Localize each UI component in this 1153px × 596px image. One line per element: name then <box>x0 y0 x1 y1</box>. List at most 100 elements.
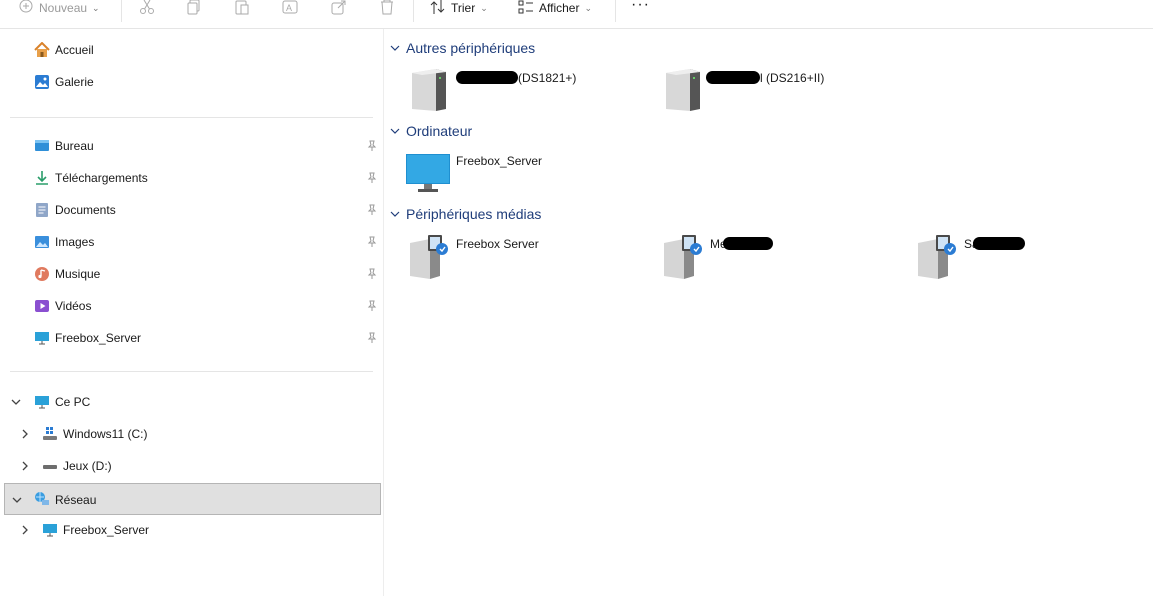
media-device-name: Freebox Server <box>456 237 539 251</box>
sidebar-item-music[interactable]: Musique <box>0 258 381 290</box>
sidebar-item-drive-c[interactable]: Windows11 (C:) <box>0 418 381 450</box>
music-icon <box>35 267 49 281</box>
group-title: Périphériques médias <box>406 206 542 222</box>
windows-drive-icon <box>43 427 57 440</box>
redacted-text <box>972 237 1025 250</box>
monitor-icon <box>43 524 57 537</box>
device-tile[interactable]: (DS1821+) <box>406 67 646 115</box>
pin-icon[interactable] <box>366 268 378 280</box>
sidebar-item-label: Freebox_Server <box>55 331 142 345</box>
toolbar-divider <box>121 0 122 22</box>
delete-icon[interactable] <box>379 0 395 16</box>
nas-icon <box>666 69 700 111</box>
sidebar-item-network[interactable]: Réseau <box>4 483 381 515</box>
sort-button[interactable]: Trier ⌄ <box>430 0 488 16</box>
media-server-icon <box>664 235 702 279</box>
downloads-icon <box>36 171 48 185</box>
pin-icon[interactable] <box>366 300 378 312</box>
cut-icon[interactable] <box>139 0 155 16</box>
group-header-media-devices[interactable]: Périphériques médias <box>390 204 541 224</box>
view-button-label: Afficher <box>539 1 580 15</box>
sidebar-item-freebox-server[interactable]: Freebox_Server <box>0 322 381 354</box>
sidebar-divider <box>10 117 373 118</box>
pin-icon[interactable] <box>366 204 378 216</box>
paste-icon[interactable] <box>234 0 250 16</box>
chevron-down-icon[interactable] <box>12 495 22 505</box>
chevron-right-icon[interactable] <box>20 525 30 535</box>
media-device-tile[interactable]: Freebox Server <box>406 233 646 281</box>
navigation-pane: Accueil Galerie Bureau Téléchargements D… <box>0 29 384 596</box>
sidebar-item-downloads[interactable]: Téléchargements <box>0 162 381 194</box>
chevron-down-icon: ⌄ <box>92 2 100 13</box>
view-button[interactable]: Afficher ⌄ <box>518 0 592 16</box>
sidebar-item-network-freebox-server[interactable]: Freebox_Server <box>0 514 381 546</box>
copy-icon[interactable] <box>186 0 202 16</box>
sidebar-item-label: Freebox_Server <box>63 523 150 537</box>
sidebar-item-label: Images <box>55 235 95 249</box>
sidebar-item-label: Documents <box>55 203 116 217</box>
chevron-down-icon <box>390 211 400 217</box>
chevron-down-icon <box>390 128 400 134</box>
sidebar-item-videos[interactable]: Vidéos <box>0 290 381 322</box>
media-server-icon <box>918 235 956 279</box>
computer-tile[interactable]: Freebox_Server <box>404 150 644 198</box>
group-title: Ordinateur <box>406 123 473 139</box>
redacted-text <box>706 71 760 84</box>
media-device-tile[interactable]: Sa <box>914 233 1153 281</box>
pin-icon[interactable] <box>366 236 378 248</box>
view-list-icon <box>518 0 533 14</box>
chevron-down-icon: ⌄ <box>480 2 488 13</box>
redacted-text <box>722 237 773 250</box>
sidebar-item-drive-d[interactable]: Jeux (D:) <box>0 450 381 482</box>
toolbar-divider <box>413 0 414 22</box>
media-device-tile[interactable]: Me <box>660 233 900 281</box>
toolbar-divider <box>615 0 616 22</box>
new-button[interactable]: Nouveau ⌄ <box>18 0 100 16</box>
rename-icon[interactable]: A <box>282 0 298 16</box>
drive-icon <box>43 465 57 469</box>
device-name: l (DS216+II) <box>706 71 824 85</box>
media-server-icon <box>410 235 448 279</box>
sidebar-item-desktop[interactable]: Bureau <box>0 130 381 162</box>
svg-text:A: A <box>286 3 292 13</box>
chevron-down-icon <box>390 45 400 51</box>
monitor-icon <box>406 154 450 192</box>
sidebar-item-label: Vidéos <box>55 299 92 313</box>
share-icon[interactable] <box>331 0 347 16</box>
network-icon <box>35 492 49 505</box>
chevron-down-icon: ⌄ <box>584 2 593 13</box>
sidebar-item-label: Galerie <box>55 75 94 89</box>
new-button-label: Nouveau <box>39 1 88 15</box>
group-header-computers[interactable]: Ordinateur <box>390 121 472 141</box>
command-bar: Nouveau ⌄ A Trier ⌄ Afficher ⌄ ··· <box>0 0 1153 29</box>
sidebar-item-label: Bureau <box>55 139 94 153</box>
chevron-right-icon[interactable] <box>20 429 30 439</box>
documents-icon <box>36 203 48 217</box>
group-header-other-devices[interactable]: Autres périphériques <box>390 38 535 58</box>
sort-icon <box>430 0 445 14</box>
sort-button-label: Trier <box>451 1 476 15</box>
videos-icon <box>35 300 49 312</box>
pin-icon[interactable] <box>366 140 378 152</box>
sidebar-item-label: Ce PC <box>55 395 91 409</box>
chevron-right-icon[interactable] <box>20 461 30 471</box>
desktop-folder-icon <box>35 140 49 151</box>
sidebar-item-gallery[interactable]: Galerie <box>0 66 381 98</box>
home-icon <box>34 42 50 57</box>
more-options-button[interactable]: ··· <box>631 0 650 14</box>
group-title: Autres périphériques <box>406 40 536 56</box>
media-device-name: Sa <box>964 237 1025 251</box>
monitor-icon <box>35 396 49 409</box>
monitor-icon <box>35 332 49 345</box>
pin-icon[interactable] <box>366 172 378 184</box>
sidebar-item-home[interactable]: Accueil <box>0 34 381 66</box>
computer-name: Freebox_Server <box>456 154 543 168</box>
sidebar-item-this-pc[interactable]: Ce PC <box>0 386 381 418</box>
gallery-icon <box>35 75 49 89</box>
sidebar-item-images[interactable]: Images <box>0 226 381 258</box>
pin-icon[interactable] <box>366 332 378 344</box>
device-tile[interactable]: l (DS216+II) <box>660 67 900 115</box>
chevron-down-icon[interactable] <box>11 397 21 407</box>
sidebar-item-documents[interactable]: Documents <box>0 194 381 226</box>
sidebar-divider <box>10 371 373 372</box>
